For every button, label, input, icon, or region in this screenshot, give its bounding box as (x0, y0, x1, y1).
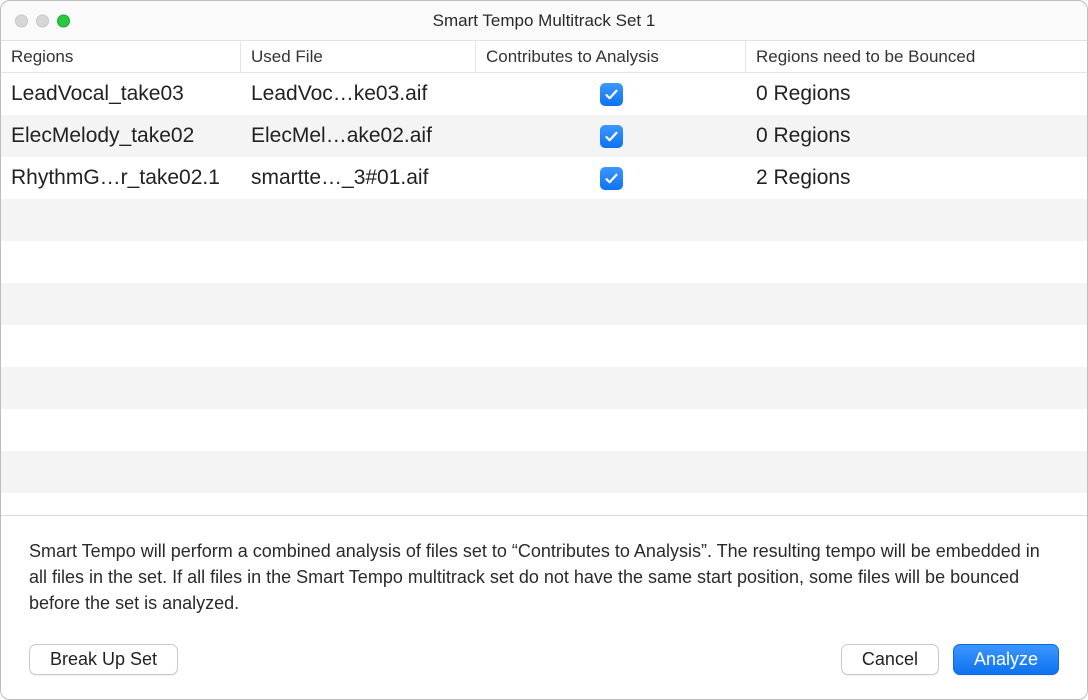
footer-buttons: Break Up Set Cancel Analyze (29, 644, 1059, 675)
region-name-cell: LeadVocal_take03 (1, 73, 241, 115)
contributes-checkbox[interactable] (600, 167, 623, 190)
table-body: LeadVocal_take03LeadVoc…ke03.aif 0 Region… (1, 73, 1087, 515)
table-header: Regions Used File Contributes to Analysi… (1, 41, 1087, 73)
table-row-empty (1, 199, 1087, 241)
multitrack-table: Regions Used File Contributes to Analysi… (1, 41, 1087, 515)
analyze-button[interactable]: Analyze (953, 644, 1059, 675)
used-file-cell: ElecMel…ake02.aif (241, 115, 476, 157)
close-window-button[interactable] (15, 14, 28, 27)
bounce-cell: 0 Regions (746, 73, 1087, 115)
table-row-empty (1, 367, 1087, 409)
bounce-cell: 0 Regions (746, 115, 1087, 157)
contributes-cell (476, 115, 746, 157)
footer-panel: Smart Tempo will perform a combined anal… (1, 515, 1087, 699)
region-name-cell: RhythmG…r_take02.1 (1, 157, 241, 199)
table-row-empty (1, 451, 1087, 493)
contributes-checkbox[interactable] (600, 83, 623, 106)
used-file-cell: smartte…_3#01.aif (241, 157, 476, 199)
bounce-cell: 2 Regions (746, 157, 1087, 199)
titlebar: Smart Tempo Multitrack Set 1 (1, 1, 1087, 41)
table-row-empty (1, 283, 1087, 325)
table-row[interactable]: RhythmG…r_take02.1smartte…_3#01.aif 2 Reg… (1, 157, 1087, 199)
contributes-checkbox[interactable] (600, 125, 623, 148)
table-row[interactable]: ElecMelody_take02ElecMel…ake02.aif 0 Regi… (1, 115, 1087, 157)
table-row-empty (1, 409, 1087, 451)
zoom-window-button[interactable] (57, 14, 70, 27)
footer-description: Smart Tempo will perform a combined anal… (29, 538, 1059, 616)
window-controls (15, 14, 70, 27)
used-file-cell: LeadVoc…ke03.aif (241, 73, 476, 115)
table-row[interactable]: LeadVocal_take03LeadVoc…ke03.aif 0 Region… (1, 73, 1087, 115)
column-header-regions[interactable]: Regions (1, 41, 241, 72)
table-row-empty (1, 241, 1087, 283)
window-title: Smart Tempo Multitrack Set 1 (433, 11, 656, 31)
minimize-window-button[interactable] (36, 14, 49, 27)
break-up-set-button[interactable]: Break Up Set (29, 644, 178, 675)
column-header-used-file[interactable]: Used File (241, 41, 476, 72)
column-header-bounce[interactable]: Regions need to be Bounced (746, 41, 1087, 72)
smart-tempo-window: Smart Tempo Multitrack Set 1 Regions Use… (0, 0, 1088, 700)
contributes-cell (476, 157, 746, 199)
region-name-cell: ElecMelody_take02 (1, 115, 241, 157)
column-header-contributes[interactable]: Contributes to Analysis (476, 41, 746, 72)
table-row-empty (1, 325, 1087, 367)
contributes-cell (476, 73, 746, 115)
cancel-button[interactable]: Cancel (841, 644, 939, 675)
